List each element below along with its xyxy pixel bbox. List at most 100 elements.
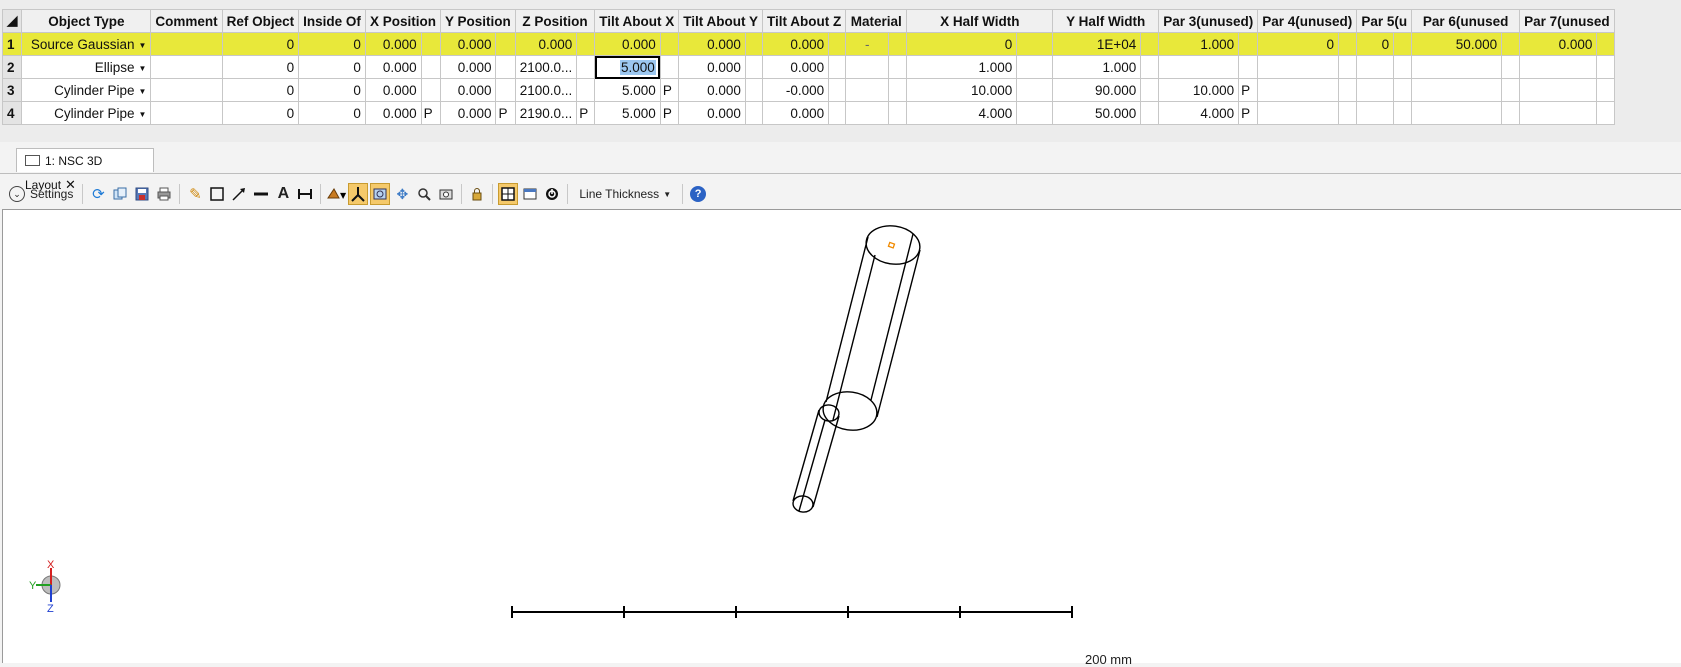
col-header-material[interactable]: Material: [845, 9, 908, 33]
material-cell[interactable]: [845, 78, 890, 102]
x-position-cell[interactable]: 0.000: [364, 78, 422, 102]
par6-cell[interactable]: 50.000: [1411, 32, 1503, 56]
col-header-y-position[interactable]: Y Position: [439, 9, 516, 33]
selected-cell-text[interactable]: 5.000: [620, 59, 656, 75]
solve-cell[interactable]: [576, 55, 596, 79]
col-header-par6[interactable]: Par 6(unused: [1411, 9, 1521, 33]
solve-cell[interactable]: [1501, 78, 1521, 102]
tilt-z-cell[interactable]: 0.000: [762, 55, 830, 79]
solve-cell[interactable]: [1016, 55, 1054, 79]
help-button[interactable]: ?: [688, 183, 708, 205]
line-icon[interactable]: [251, 183, 271, 205]
refresh-icon[interactable]: ⟳: [88, 183, 108, 205]
y-position-cell[interactable]: 0.000: [439, 32, 497, 56]
arrow-icon[interactable]: [229, 183, 249, 205]
par4-cell[interactable]: 0: [1257, 32, 1339, 56]
ref-object-cell[interactable]: 0: [221, 32, 300, 56]
dropdown-arrow-icon[interactable]: ▼: [138, 87, 146, 96]
z-position-cell[interactable]: 2100.0...: [514, 55, 578, 79]
par5-cell[interactable]: [1356, 78, 1395, 102]
tilt-y-cell[interactable]: 0.000: [678, 101, 746, 125]
x-half-width-cell[interactable]: 4.000: [906, 101, 1018, 125]
x-half-width-cell[interactable]: 0: [906, 32, 1018, 56]
par5-cell[interactable]: [1356, 101, 1395, 125]
material-cell[interactable]: [845, 55, 890, 79]
col-header-x-half-width[interactable]: X Half Width: [906, 9, 1054, 33]
object-type-cell[interactable]: Cylinder Pipe ▼: [21, 78, 152, 102]
y-half-width-cell[interactable]: 1E+04: [1052, 32, 1142, 56]
par7-cell[interactable]: [1519, 55, 1598, 79]
solve-cell[interactable]: [744, 78, 764, 102]
y-position-cell[interactable]: 0.000: [439, 55, 497, 79]
line-thickness-dropdown[interactable]: Line Thickness ▼: [573, 183, 677, 205]
copy-icon[interactable]: [110, 183, 130, 205]
par7-cell[interactable]: [1519, 78, 1598, 102]
col-header-par5[interactable]: Par 5(u: [1356, 9, 1413, 33]
tilt-z-cell[interactable]: 0.000: [762, 101, 830, 125]
solve-cell[interactable]: [888, 101, 908, 125]
layout-canvas[interactable]: X Y Z: [2, 209, 1681, 663]
col-header-tilt-z[interactable]: Tilt About Z: [762, 9, 847, 33]
pan-icon[interactable]: ✥: [392, 183, 412, 205]
inside-of-cell[interactable]: 0: [298, 32, 366, 56]
solve-cell[interactable]: [1140, 55, 1160, 79]
z-position-cell[interactable]: 2190.0...: [514, 101, 578, 125]
col-header-z-position[interactable]: Z Position: [514, 9, 596, 33]
solve-cell[interactable]: [888, 32, 908, 56]
solve-cell[interactable]: [1393, 55, 1413, 79]
solve-cell[interactable]: [828, 55, 847, 79]
tilt-x-cell[interactable]: 5.000: [594, 101, 661, 125]
solve-cell[interactable]: [828, 78, 847, 102]
settings-button[interactable]: ⌄ Settings: [5, 183, 77, 205]
solve-cell[interactable]: P: [576, 101, 596, 125]
comment-cell[interactable]: [150, 32, 223, 56]
par6-cell[interactable]: [1411, 78, 1503, 102]
comment-cell[interactable]: [150, 101, 223, 125]
object-type-cell[interactable]: Ellipse ▼: [21, 55, 152, 79]
power-icon[interactable]: [542, 183, 562, 205]
solve-cell[interactable]: [1393, 32, 1413, 56]
solve-cell[interactable]: [420, 78, 441, 102]
solve-cell[interactable]: [744, 32, 764, 56]
x-position-cell[interactable]: 0.000: [364, 101, 422, 125]
tilt-z-cell[interactable]: 0.000: [762, 32, 830, 56]
par4-cell[interactable]: [1257, 101, 1339, 125]
inside-of-cell[interactable]: 0: [298, 78, 366, 102]
ref-object-cell[interactable]: 0: [221, 55, 300, 79]
solve-cell[interactable]: [495, 78, 516, 102]
tilt-y-cell[interactable]: 0.000: [678, 78, 746, 102]
inside-of-cell[interactable]: 0: [298, 101, 366, 125]
col-header-y-half-width[interactable]: Y Half Width: [1052, 9, 1160, 33]
col-header-par3[interactable]: Par 3(unused): [1158, 9, 1259, 33]
solve-cell[interactable]: P: [495, 101, 516, 125]
raytrace-icon[interactable]: ▼: [326, 183, 346, 205]
y-half-width-cell[interactable]: 50.000: [1052, 101, 1142, 125]
tilt-x-cell[interactable]: 5.000: [594, 78, 661, 102]
y-half-width-cell[interactable]: 90.000: [1052, 78, 1142, 102]
solve-cell[interactable]: [576, 32, 596, 56]
col-header-comment[interactable]: Comment: [150, 9, 223, 33]
material-cell[interactable]: -: [845, 32, 890, 56]
col-header-tilt-x[interactable]: Tilt About X: [594, 9, 680, 33]
solve-cell[interactable]: [1501, 55, 1521, 79]
zoom-icon[interactable]: [414, 183, 434, 205]
solve-cell[interactable]: [1393, 101, 1413, 125]
row-number[interactable]: 3: [1, 78, 23, 102]
solve-cell[interactable]: [1337, 101, 1358, 125]
lock-icon[interactable]: [467, 183, 487, 205]
solve-cell[interactable]: [659, 32, 680, 56]
par3-cell[interactable]: 1.000: [1158, 32, 1240, 56]
tilt-z-cell[interactable]: -0.000: [762, 78, 830, 102]
par3-cell[interactable]: [1158, 55, 1240, 79]
z-position-cell[interactable]: 2100.0...: [514, 78, 578, 102]
tilt-y-cell[interactable]: 0.000: [678, 32, 746, 56]
col-header-inside-of[interactable]: Inside Of: [298, 9, 366, 33]
solve-cell[interactable]: [659, 55, 680, 79]
par3-cell[interactable]: 4.000: [1158, 101, 1240, 125]
print-icon[interactable]: [154, 183, 174, 205]
col-header-ref-object[interactable]: Ref Object: [221, 9, 300, 33]
solve-cell[interactable]: P: [1238, 101, 1259, 125]
row-number[interactable]: 4: [1, 101, 23, 125]
row-number[interactable]: 1: [1, 32, 23, 56]
solve-cell[interactable]: [1140, 101, 1160, 125]
